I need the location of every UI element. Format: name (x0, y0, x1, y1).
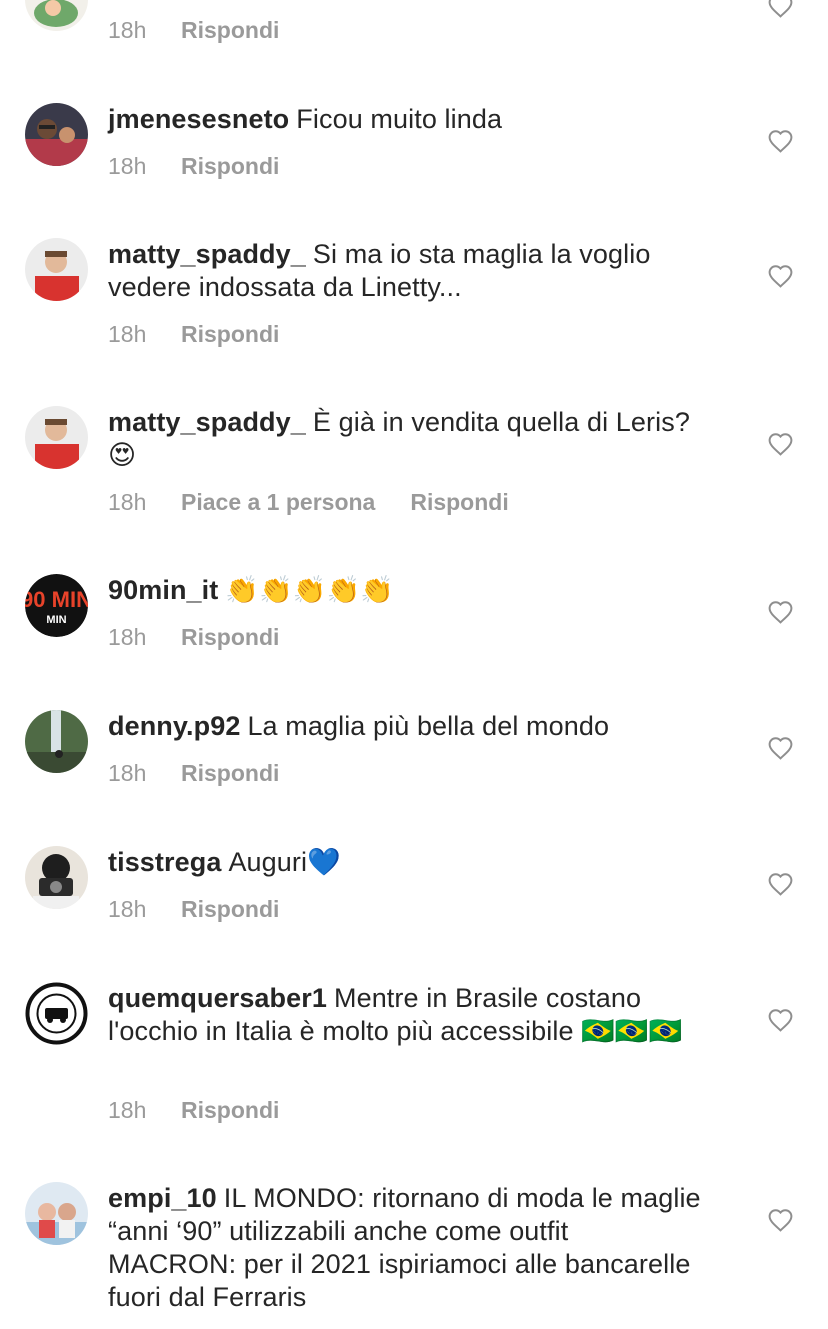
clapping-hands-emoji: 👏👏👏👏👏 (225, 575, 394, 605)
comment-text: matty_spaddy_ È già in vendita quella di … (108, 406, 718, 472)
comment-username[interactable]: 90min_it (108, 575, 218, 605)
heart-eyes-emoji: 😍 (108, 440, 137, 470)
like-heart-icon[interactable] (767, 736, 794, 760)
comment-username[interactable]: jmenesesneto (108, 104, 289, 134)
like-heart-icon[interactable] (767, 872, 794, 896)
comment-meta: 18h Rispondi (108, 321, 279, 348)
comment-text: 90min_it 👏👏👏👏👏 (108, 574, 718, 607)
user-avatar[interactable] (25, 0, 88, 31)
comment-meta: 18h Rispondi (108, 624, 279, 651)
reply-button[interactable]: Rispondi (181, 624, 279, 650)
user-avatar[interactable] (25, 710, 88, 773)
comment-text: empi_10 IL MONDO: ritornano di moda le ma… (108, 1182, 718, 1314)
user-avatar[interactable] (25, 982, 88, 1045)
user-avatar[interactable] (25, 103, 88, 166)
comment-meta: 18h Piace a 1 persona Rispondi (108, 489, 509, 516)
user-avatar[interactable] (25, 406, 88, 469)
comment-username[interactable]: tisstrega (108, 847, 221, 877)
comment-time: 18h (108, 896, 147, 922)
comment-meta: 18h Rispondi (108, 153, 279, 180)
like-heart-icon[interactable] (767, 264, 794, 288)
comment-meta: 18h Rispondi (108, 896, 279, 923)
comment-meta: 18h Rispondi (108, 760, 279, 787)
comment-username[interactable]: empi_10 (108, 1183, 217, 1213)
comment-meta: 18h Rispondi (108, 17, 279, 44)
comment-username[interactable]: quemquersaber1 (108, 983, 327, 1013)
reply-button[interactable]: Rispondi (181, 17, 279, 43)
comment-body: Auguri (228, 847, 308, 877)
like-heart-icon[interactable] (767, 0, 794, 18)
comment-text: tisstrega Auguri💙 (108, 846, 718, 879)
comment-body: Ficou muito linda (296, 104, 503, 134)
reply-button[interactable]: Rispondi (410, 489, 508, 515)
blue-heart-emoji: 💙 (307, 847, 341, 877)
reply-button[interactable]: Rispondi (181, 153, 279, 179)
user-avatar[interactable] (25, 238, 88, 301)
comment-text: denny.p92 La maglia più bella del mondo (108, 710, 718, 743)
reply-button[interactable]: Rispondi (181, 321, 279, 347)
user-avatar[interactable] (25, 846, 88, 909)
comment-meta: 18h Rispondi (108, 1097, 279, 1124)
comment-username[interactable]: matty_spaddy_ (108, 407, 306, 437)
comment-time: 18h (108, 321, 147, 347)
brazil-flag-emoji: 🇧🇷🇧🇷🇧🇷 (581, 1016, 683, 1046)
avatar-text-90: 90 MIN (25, 587, 88, 612)
comment-username[interactable]: matty_spaddy_ (108, 239, 306, 269)
comment-body: La maglia più bella del mondo (247, 711, 610, 741)
comment-time: 18h (108, 760, 147, 786)
likes-count[interactable]: Piace a 1 persona (181, 489, 375, 515)
comment-time: 18h (108, 153, 147, 179)
comment-text: quemquersaber1 Mentre in Brasile costano … (108, 982, 718, 1048)
like-heart-icon[interactable] (767, 432, 794, 456)
svg-text:MIN: MIN (46, 614, 66, 626)
user-avatar[interactable] (25, 1182, 88, 1245)
like-heart-icon[interactable] (767, 600, 794, 624)
comment-time: 18h (108, 1097, 147, 1123)
user-avatar[interactable]: 90 MIN MIN (25, 574, 88, 637)
comment-body: È già in vendita quella di Leris? (312, 407, 690, 437)
comment-time: 18h (108, 624, 147, 650)
reply-button[interactable]: Rispondi (181, 760, 279, 786)
comment-body-line2: MACRON: per il 2021 ispiriamoci alle ban… (108, 1249, 691, 1312)
comment-time: 18h (108, 17, 147, 43)
comment-text: matty_spaddy_ Si ma io sta maglia la vogl… (108, 238, 718, 304)
reply-button[interactable]: Rispondi (181, 1097, 279, 1123)
comment-text: jmenesesneto Ficou muito linda (108, 103, 718, 136)
like-heart-icon[interactable] (767, 1208, 794, 1232)
comment-time: 18h (108, 489, 147, 515)
like-heart-icon[interactable] (767, 129, 794, 153)
comment-username[interactable]: denny.p92 (108, 711, 240, 741)
reply-button[interactable]: Rispondi (181, 896, 279, 922)
like-heart-icon[interactable] (767, 1008, 794, 1032)
